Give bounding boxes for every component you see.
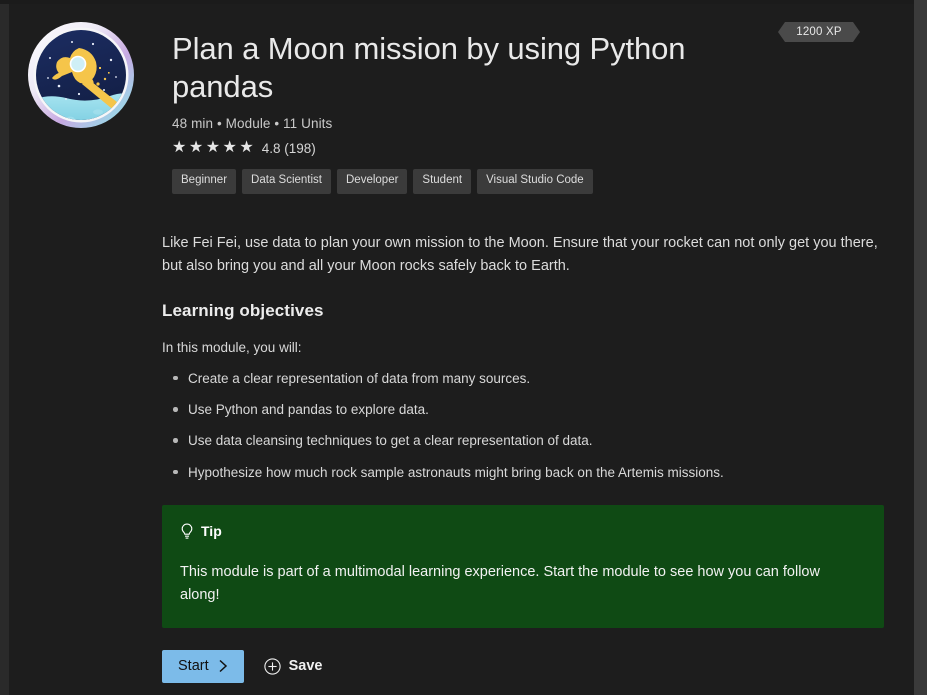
star-filled-icon: ★ — [223, 140, 237, 156]
start-button[interactable]: Start — [162, 650, 244, 683]
tag-student[interactable]: Student — [413, 169, 471, 194]
star-filled-icon: ★ — [172, 140, 186, 156]
module-body: Like Fei Fei, use data to plan your own … — [162, 232, 884, 683]
star-rating: ★ ★ ★ ★ ★ — [172, 140, 254, 156]
module-rocket-moon-icon — [26, 20, 136, 130]
tip-text: This module is part of a multimodal lear… — [180, 561, 852, 608]
chevron-right-icon — [218, 659, 228, 673]
list-item: Use data cleansing techniques to get a c… — [188, 431, 884, 451]
scrollbar-thumb[interactable] — [915, 0, 926, 210]
page-scrollbar[interactable] — [914, 0, 927, 695]
module-description: Like Fei Fei, use data to plan your own … — [162, 232, 884, 279]
save-button-label: Save — [289, 658, 323, 674]
window-top-edge — [0, 0, 927, 4]
window-left-edge — [0, 0, 9, 695]
lightbulb-icon — [180, 523, 194, 540]
learning-objectives-heading: Learning objectives — [162, 301, 884, 321]
list-item: Hypothesize how much rock sample astrona… — [188, 463, 884, 483]
action-row: Start Save — [162, 650, 884, 683]
tag-visual-studio-code[interactable]: Visual Studio Code — [477, 169, 593, 194]
list-item: Use Python and pandas to explore data. — [188, 400, 884, 420]
start-button-label: Start — [178, 658, 209, 674]
list-item: Create a clear representation of data fr… — [188, 369, 884, 389]
module-header: Plan a Moon mission by using Python pand… — [17, 20, 897, 194]
page-content: 1200 XP — [9, 4, 914, 695]
tag-developer[interactable]: Developer — [337, 169, 407, 194]
star-filled-icon: ★ — [206, 140, 220, 156]
rating-value: 4.8 (198) — [262, 141, 316, 156]
objectives-intro: In this module, you will: — [162, 340, 884, 355]
save-button[interactable]: Save — [262, 654, 325, 679]
learning-objectives-list: Create a clear representation of data fr… — [162, 369, 884, 483]
header-text-block: Plan a Moon mission by using Python pand… — [172, 20, 897, 194]
page-title: Plan a Moon mission by using Python pand… — [172, 30, 772, 106]
tag-list: Beginner Data Scientist Developer Studen… — [172, 169, 897, 194]
tip-callout: Tip This module is part of a multimodal … — [162, 505, 884, 628]
plus-circle-icon — [264, 658, 281, 675]
tip-header: Tip — [180, 523, 866, 540]
module-meta: 48 min • Module • 11 Units — [172, 116, 897, 131]
tag-beginner[interactable]: Beginner — [172, 169, 236, 194]
tag-data-scientist[interactable]: Data Scientist — [242, 169, 331, 194]
module-overview-page: 1200 XP — [0, 0, 927, 695]
rating-row: ★ ★ ★ ★ ★ 4.8 (198) — [172, 140, 897, 156]
star-filled-icon: ★ — [239, 140, 253, 156]
tip-label: Tip — [201, 523, 222, 539]
star-filled-icon: ★ — [189, 140, 203, 156]
